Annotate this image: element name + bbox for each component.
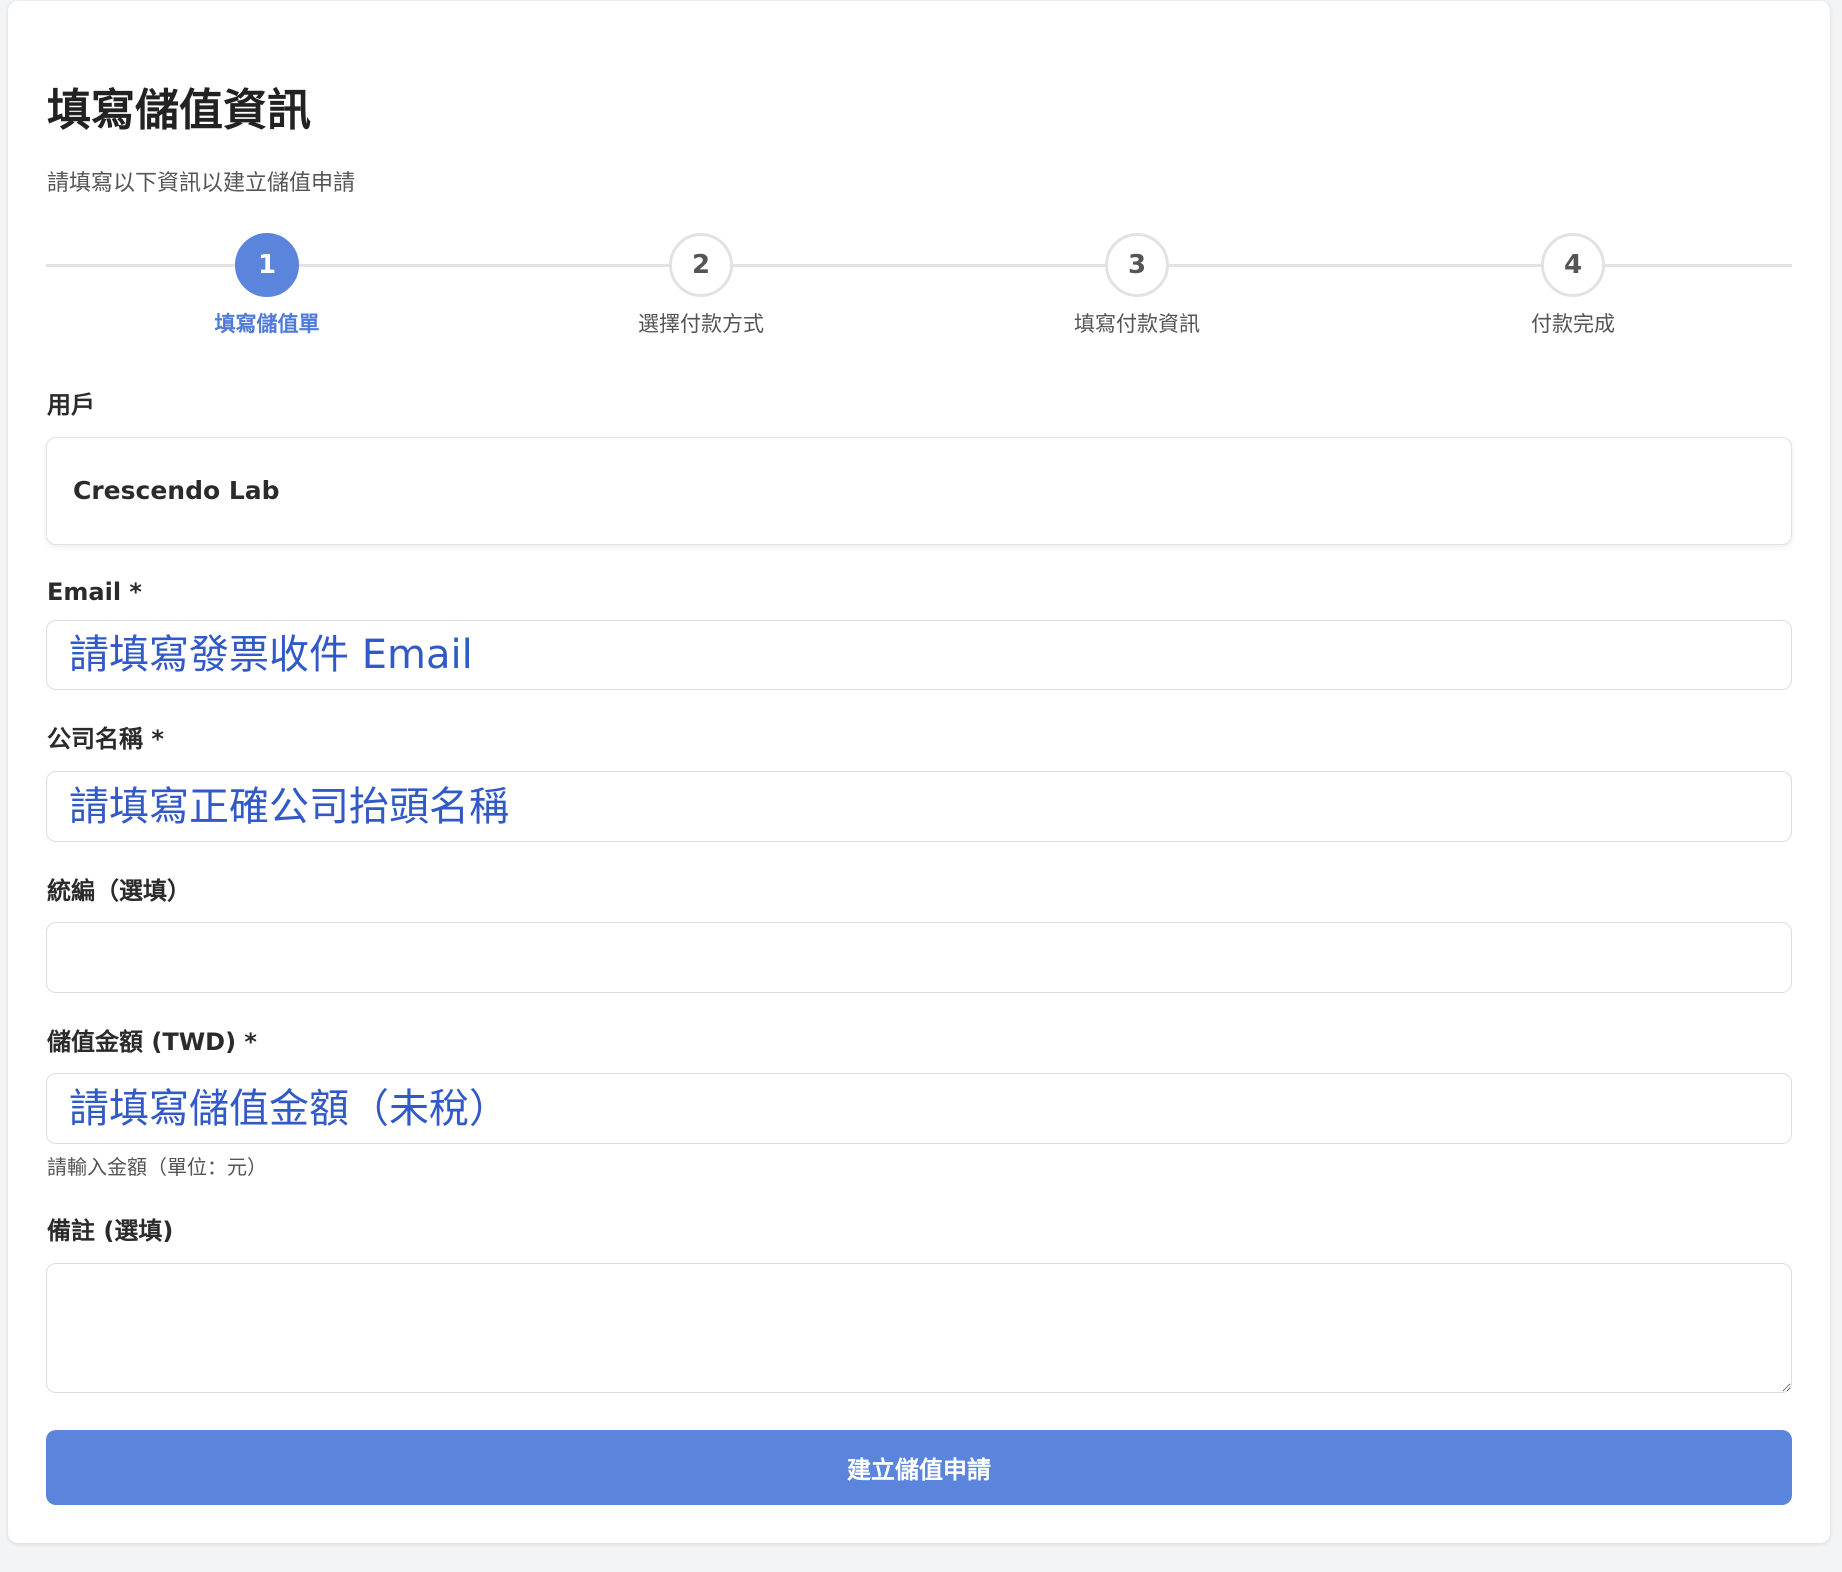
step-4-label: 付款完成 — [1531, 312, 1615, 336]
step-2-circle: 2 — [669, 233, 733, 297]
step-2: 2 選擇付款方式 — [551, 233, 851, 339]
user-display: Crescendo Lab — [46, 437, 1792, 545]
step-3-circle: 3 — [1105, 233, 1169, 297]
step-4: 4 付款完成 — [1423, 233, 1723, 339]
tax-id-input[interactable] — [46, 922, 1792, 993]
step-3: 3 填寫付款資訊 — [987, 233, 1287, 339]
note-textarea[interactable] — [46, 1263, 1792, 1393]
step-1-circle: 1 — [235, 233, 299, 297]
create-topup-request-button[interactable]: 建立儲值申請 — [46, 1430, 1792, 1505]
user-label: 用戶 — [47, 391, 95, 419]
tax-id-label: 統編（選填） — [47, 877, 191, 905]
email-input[interactable] — [46, 620, 1792, 690]
user-value: Crescendo Lab — [73, 476, 280, 505]
amount-label: 儲值金額 (TWD) * — [47, 1028, 257, 1056]
step-1: 1 填寫儲值單 — [117, 233, 417, 339]
step-2-label: 選擇付款方式 — [638, 312, 764, 336]
progress-stepper: 1 填寫儲值單 2 選擇付款方式 3 填寫付款資訊 4 付款完成 — [0, 0, 1842, 360]
amount-hint: 請輸入金額（單位：元） — [47, 1155, 267, 1179]
step-4-circle: 4 — [1541, 233, 1605, 297]
step-1-label: 填寫儲值單 — [214, 312, 320, 336]
email-label: Email * — [47, 578, 142, 606]
step-3-label: 填寫付款資訊 — [1074, 312, 1200, 336]
company-name-input[interactable] — [46, 771, 1792, 842]
amount-input[interactable] — [46, 1073, 1792, 1144]
note-label: 備註 (選填) — [47, 1217, 174, 1245]
company-name-label: 公司名稱 * — [47, 725, 164, 753]
